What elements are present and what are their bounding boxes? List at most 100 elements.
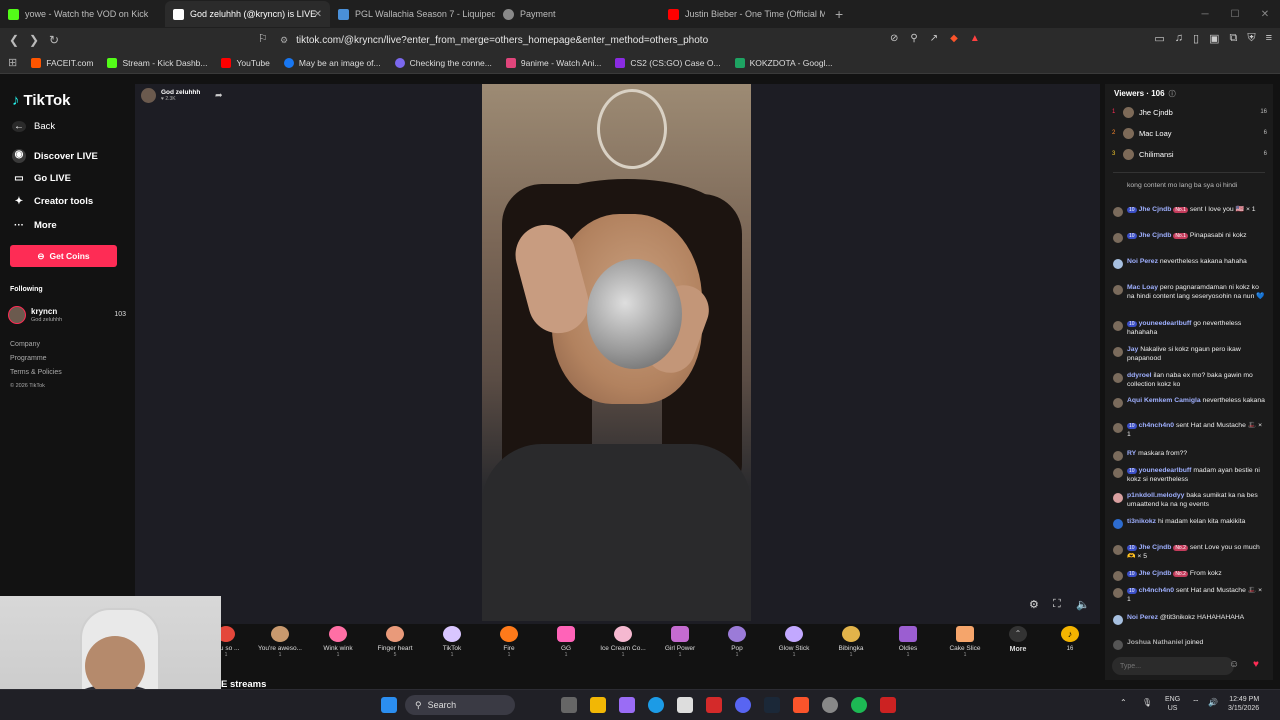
reload-icon[interactable]: ↻	[44, 33, 64, 47]
edge-icon[interactable]	[648, 697, 664, 713]
minimize-icon[interactable]: ─	[1190, 9, 1220, 20]
bookmark-item[interactable]: CS2 (CS:GO) Case O...	[615, 57, 721, 68]
chat-user[interactable]: Jhe Cjndb	[1139, 232, 1172, 239]
chat-user[interactable]: Jay	[1127, 346, 1138, 353]
volume-icon[interactable]: 🔊	[1208, 698, 1218, 707]
volume-icon[interactable]: 🔈	[1076, 598, 1090, 611]
app-icon[interactable]	[619, 697, 635, 713]
chat-user[interactable]: Aqui Kemkem Camigla	[1127, 397, 1201, 404]
sidebar-item-discover-live[interactable]: ◉ Discover LIVE	[12, 149, 98, 163]
bookmark-item[interactable]: FACEIT.com	[31, 57, 93, 68]
chat-user[interactable]: youneedearlbuff	[1139, 467, 1192, 474]
tray-chevron-icon[interactable]: ⌃	[1120, 698, 1127, 707]
gift-item[interactable]: Bibingka 1	[823, 624, 879, 658]
wallet-icon[interactable]: ▣	[1209, 32, 1219, 45]
share-icon[interactable]: ↗	[930, 33, 938, 44]
footer-link-terms[interactable]: Terms & Policies	[10, 369, 62, 376]
top-viewer[interactable]: 3 Chilimansi 6	[1112, 146, 1267, 162]
chat-user[interactable]: Jhe Cjndb	[1139, 570, 1172, 577]
close-icon[interactable]: ✕	[314, 9, 322, 20]
chat-user[interactable]: Mac Loay	[1127, 284, 1158, 291]
spotify-icon[interactable]	[851, 697, 867, 713]
windows-start-icon[interactable]	[381, 697, 397, 713]
chat-user[interactable]: Noi Perez	[1127, 614, 1158, 621]
forward-arrow-icon[interactable]: ❯	[24, 33, 44, 47]
bookmark-item[interactable]: Checking the conne...	[394, 57, 492, 68]
browser-tab[interactable]: PGL Wallachia Season 7 - Liquipedia	[330, 1, 495, 27]
taskbar-search[interactable]: ⚲ Search	[405, 695, 515, 715]
top-viewer[interactable]: 1 Jhe Cjndb 16	[1112, 104, 1267, 120]
sidebar-item-creator-tools[interactable]: ✦ Creator tools	[12, 196, 93, 207]
heart-icon[interactable]: ♥	[1253, 659, 1259, 670]
task-view-icon[interactable]	[561, 697, 577, 713]
zoom-icon[interactable]: ⚲	[910, 33, 917, 44]
chat-user[interactable]: ch4nch4n0	[1139, 422, 1175, 429]
sidebar-item-more[interactable]: ··· More	[12, 220, 57, 231]
gift-item[interactable]: Wink wink 1	[310, 624, 366, 658]
sidebar-item-go-live[interactable]: ▭ Go LIVE	[12, 173, 71, 184]
gift-item[interactable]: Glow Stick 1	[766, 624, 822, 658]
following-item[interactable]: kryncn God zeluhhh 103	[8, 306, 130, 326]
wifi-icon[interactable]: ⌔	[1192, 698, 1200, 708]
vpn-icon[interactable]: ⛨	[1247, 32, 1255, 45]
extensions-icon[interactable]: ⧉	[1229, 32, 1237, 45]
get-coins-button[interactable]: ⊖ Get Coins	[10, 245, 117, 267]
bookmark-icon[interactable]: ⚐	[258, 32, 268, 45]
bookmark-item[interactable]: YouTube	[221, 57, 270, 68]
tiktok-logo[interactable]: ♪ TikTok	[12, 92, 70, 109]
gift-item[interactable]: Girl Power 1	[652, 624, 708, 658]
live-video[interactable]	[482, 84, 751, 621]
chat-user[interactable]: youneedearlbuff	[1139, 320, 1192, 327]
steam-icon[interactable]	[764, 697, 780, 713]
media-icon[interactable]: ▭	[1154, 32, 1164, 45]
no-track-icon[interactable]: ⊘	[890, 33, 898, 44]
gift-item[interactable]: TikTok 1	[424, 624, 480, 658]
back-arrow-icon[interactable]: ❮	[4, 33, 24, 47]
chat-user[interactable]: Joshua Nathaniel	[1127, 639, 1183, 646]
share-icon[interactable]: ➦	[215, 90, 223, 101]
gift-item[interactable]: Pop 1	[709, 624, 765, 658]
bookmark-item[interactable]: May be an image of...	[283, 57, 381, 68]
rewards-icon[interactable]: ▲	[970, 33, 980, 44]
footer-link-programme[interactable]: Programme	[10, 355, 47, 362]
gift-item[interactable]: Cake Slice 1	[937, 624, 993, 658]
chat-user[interactable]: RY	[1127, 450, 1136, 457]
discord-icon[interactable]	[735, 697, 751, 713]
gift-item[interactable]: Finger heart 5	[367, 624, 423, 658]
chat-user[interactable]: Noi Perez	[1127, 258, 1158, 265]
new-tab-button[interactable]: +	[825, 6, 853, 22]
gift-item[interactable]: Ice Cream Co... 1	[595, 624, 651, 658]
browser-tab[interactable]: Payment	[495, 1, 660, 27]
chat-user[interactable]: Jhe Cjndb	[1139, 544, 1172, 551]
apps-grid-icon[interactable]: ⊞	[8, 56, 17, 69]
maximize-icon[interactable]: ☐	[1220, 9, 1250, 20]
more-gifts-button[interactable]: ⌃ More	[990, 624, 1046, 653]
app-icon[interactable]	[880, 697, 896, 713]
fullscreen-icon[interactable]: ⛶	[1053, 598, 1061, 611]
brave-shield-icon[interactable]: ◆	[950, 33, 958, 44]
chat-user[interactable]: p1nkdoll.melodyy	[1127, 492, 1184, 499]
chat-user[interactable]: ch4nch4n0	[1139, 587, 1175, 594]
chat-user[interactable]: ddyroel	[1127, 372, 1152, 379]
site-info-icon[interactable]: ⚙	[280, 35, 288, 46]
gift-item[interactable]: Oldies 1	[880, 624, 936, 658]
gift-item[interactable]: GG 1	[538, 624, 594, 658]
top-viewer[interactable]: 2 Mac Loay 6	[1112, 125, 1267, 141]
chat-user[interactable]: Jhe Cjndb	[1139, 206, 1172, 213]
back-link[interactable]: ← Back	[12, 121, 55, 132]
brave-icon[interactable]	[793, 697, 809, 713]
playlist-icon[interactable]: ♫	[1175, 32, 1183, 45]
bookmark-item[interactable]: Stream - Kick Dashb...	[107, 57, 207, 68]
bookmark-item[interactable]: 9anime - Watch Ani...	[505, 57, 601, 68]
browser-tab[interactable]: Justin Bieber - One Time (Official Mu	[660, 1, 825, 27]
menu-icon[interactable]: ≡	[1266, 32, 1272, 45]
browser-tab[interactable]: yowe - Watch the VOD on Kick	[0, 1, 165, 27]
viewers-header[interactable]: Viewers · 106 ⓘ	[1114, 89, 1176, 99]
mic-icon[interactable]: 🎙	[1142, 698, 1152, 707]
obs-icon[interactable]	[822, 697, 838, 713]
emoji-icon[interactable]: ☺	[1229, 659, 1239, 670]
store-icon[interactable]	[677, 697, 693, 713]
settings-icon[interactable]: ⚙	[1029, 598, 1039, 611]
close-window-icon[interactable]: ✕	[1250, 9, 1280, 20]
app-icon[interactable]	[706, 697, 722, 713]
